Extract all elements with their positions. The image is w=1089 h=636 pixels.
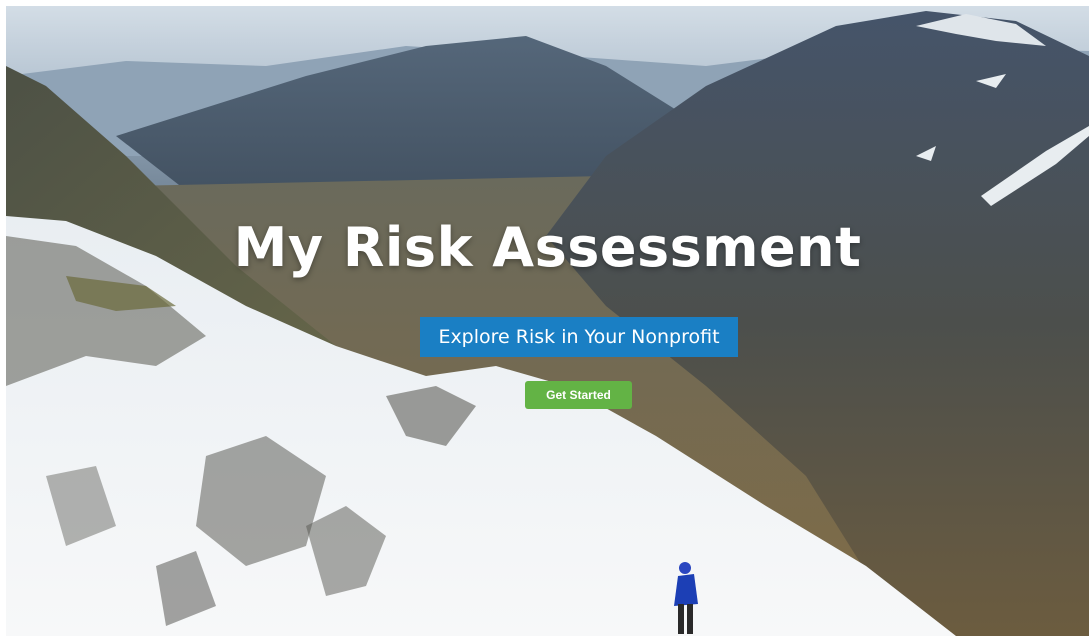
page-title: My Risk Assessment [233, 216, 862, 279]
subtitle-banner: Explore Risk in Your Nonprofit [420, 317, 738, 357]
hero-section: My Risk Assessment Explore Risk in Your … [6, 6, 1089, 636]
get-started-button[interactable]: Get Started [525, 381, 632, 409]
